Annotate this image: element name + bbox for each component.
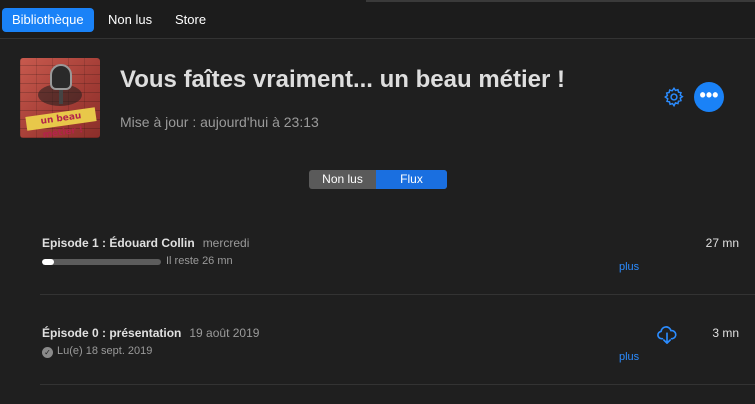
episode-row[interactable]: Épisode 0 : présentation 19 août 2019 ✓ Lu… [0, 318, 755, 384]
episode-title-row: Episode 1 : Édouard Collin mercredi [42, 236, 249, 250]
episode-date: mercredi [202, 236, 250, 250]
episode-more-link[interactable]: plus [619, 261, 639, 273]
segment-feed[interactable]: Flux [376, 170, 447, 189]
segment-unread[interactable]: Non lus [309, 170, 376, 189]
row-divider [40, 294, 755, 295]
row-divider [40, 384, 755, 385]
ellipsis-icon: ••• [699, 85, 719, 105]
episode-row[interactable]: Episode 1 : Édouard Collin mercredi Il re… [0, 230, 755, 294]
episode-title: Épisode 0 : présentation [42, 326, 182, 340]
episode-more-link[interactable]: plus [619, 351, 639, 363]
top-navigation-bar: Bibliothèque Non lus Store [0, 0, 755, 39]
gear-icon[interactable] [663, 86, 685, 108]
episode-progress-fill [42, 259, 54, 265]
cloud-download-icon[interactable] [656, 325, 678, 345]
episode-remaining: Il reste 26 mn [166, 255, 233, 267]
episode-played-status: ✓ Lu(e) 18 sept. 2019 [42, 345, 152, 358]
podcast-artwork: un beau métier ! [20, 58, 100, 138]
tab-store[interactable]: Store [165, 8, 216, 32]
more-options-button[interactable]: ••• [694, 82, 724, 112]
episode-title: Episode 1 : Édouard Collin [42, 236, 195, 250]
title-strip [366, 0, 755, 2]
tab-library[interactable]: Bibliothèque [2, 8, 94, 32]
episode-date: 19 août 2019 [189, 326, 260, 340]
view-segmented-control: Non lus Flux [309, 170, 447, 189]
episode-progress-bar [42, 259, 161, 265]
episode-duration: 3 mn [712, 326, 739, 340]
microphone-stand [59, 90, 63, 104]
podcast-title: Vous faîtes vraiment... un beau métier ! [120, 66, 566, 93]
tab-unread[interactable]: Non lus [98, 8, 162, 32]
update-status: Mise à jour : aujourd'hui à 23:13 [120, 114, 319, 130]
microphone-icon [50, 64, 72, 90]
episode-title-row: Épisode 0 : présentation 19 août 2019 [42, 326, 259, 340]
played-date: Lu(e) 18 sept. 2019 [57, 345, 153, 357]
checkmark-icon: ✓ [42, 347, 53, 358]
episode-duration: 27 mn [705, 236, 739, 250]
artwork-banner: un beau métier ! [25, 107, 97, 138]
